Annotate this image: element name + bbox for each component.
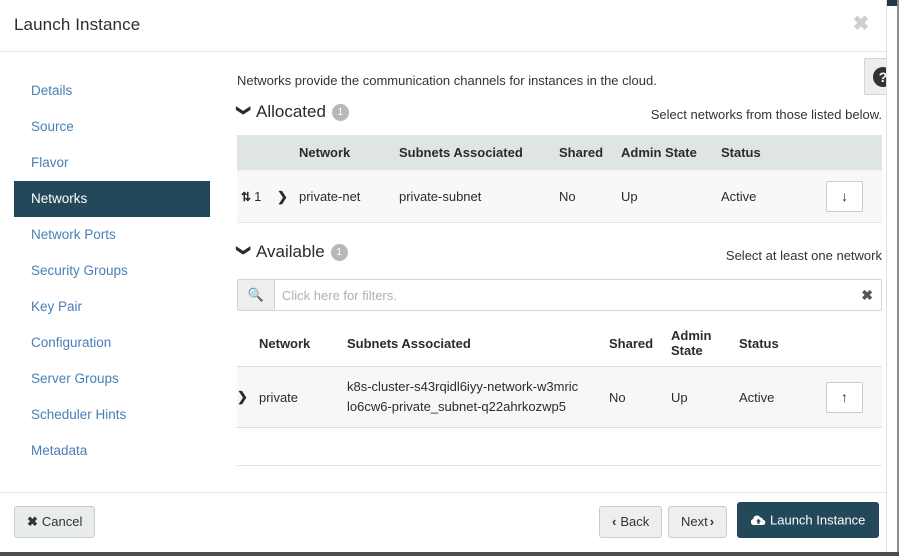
sidebar-item-networks[interactable]: Networks [14,181,210,217]
chevron-right-icon[interactable]: ❯ [277,189,288,205]
allocated-count-badge: 1 [331,104,349,122]
cloud-upload-icon [751,515,766,527]
close-x-icon: ✖ [27,514,38,529]
available-col-expand [237,320,259,367]
modal-footer: ✖ Cancel ‹ Back Next › Launch Instance [0,492,886,552]
drag-handle-icon[interactable]: ⇅ [241,190,251,204]
available-count-badge: 1 [330,244,348,262]
cancel-button-label: Cancel [41,514,83,529]
networks-panel: Networks provide the communication chann… [237,53,899,491]
available-col-admin: Admin State [671,320,739,367]
sidebar-item-scheduler-hints[interactable]: Scheduler Hints [0,397,224,433]
available-cell-shared: No [609,366,671,428]
allocated-cell-network: private-net [299,170,399,223]
filter-bar: 🔍 ✖ [237,279,882,311]
available-cell-status: Active [739,366,826,428]
available-hint: Select at least one network [725,248,882,263]
table-row: ❯ private k8s-cluster-s43rqidl6iyy-netwo… [237,366,882,428]
cancel-button[interactable]: ✖ Cancel [14,506,96,538]
available-cell-action: ↑ [826,366,882,428]
available-col-subnets: Subnets Associated [347,320,609,367]
allocated-hint: Select networks from those listed below. [650,107,882,122]
modal-header: Launch Instance ✖ [0,0,886,52]
allocated-order-value: 1 [254,189,262,204]
available-heading: Available [256,242,325,261]
allocated-col-network: Network [299,135,399,171]
available-cell-network: private [259,366,347,428]
search-icon[interactable]: 🔍 [238,280,275,310]
available-cell-expand: ❯ [237,366,259,428]
allocated-col-status: Status [721,135,826,171]
available-col-status: Status [739,320,826,367]
page-title: Launch Instance [14,15,141,34]
table-row: ⇅ 1 ❯ private-net private-subnet No Up Ac… [237,170,882,223]
next-button-label: Next [681,514,708,529]
sidebar-item-key-pair[interactable]: Key Pair [0,289,224,325]
allocated-cell-shared: No [559,170,621,223]
allocated-cell-order: ⇅ 1 [237,170,277,223]
promote-network-button[interactable]: ↑ [826,381,863,413]
sidebar-item-configuration[interactable]: Configuration [0,325,224,361]
sidebar-item-source[interactable]: Source [0,109,224,145]
allocated-col-order [237,135,277,171]
chevron-right-icon[interactable]: ❯ [237,389,248,405]
allocated-cell-action: ↓ [826,170,882,223]
allocated-col-subnets: Subnets Associated [399,135,559,171]
allocated-col-admin: Admin State [621,135,721,171]
launch-instance-button[interactable]: Launch Instance [737,502,880,538]
available-table-header-row: Network Subnets Associated Shared Admin … [237,320,882,367]
allocated-table-header-row: Network Subnets Associated Shared Admin … [237,135,882,171]
available-cell-admin: Up [671,366,739,428]
filter-input[interactable] [276,280,846,310]
chevron-left-icon: ‹ [612,514,617,529]
sidebar-item-metadata[interactable]: Metadata [0,433,224,469]
chevron-down-icon: ❯ [236,104,253,117]
clear-filter-icon[interactable]: ✖ [861,280,873,310]
allocated-col-shared: Shared [559,135,621,171]
available-col-shared: Shared [609,320,671,367]
available-cell-subnets: k8s-cluster-s43rqidl6iyy-network-w3mricl… [347,366,609,428]
allocated-col-action [826,135,882,171]
available-table-footer-rule [237,465,882,466]
back-button[interactable]: ‹ Back [599,506,663,538]
allocated-heading: Allocated [256,102,326,121]
available-networks-table: Network Subnets Associated Shared Admin … [237,320,882,428]
allocated-networks-table: Network Subnets Associated Shared Admin … [237,135,882,223]
wizard-sidebar: Details Source Flavor Networks Network P… [0,53,224,491]
launch-instance-button-label: Launch Instance [770,512,866,528]
chevron-right-icon: › [709,514,715,529]
available-col-network: Network [259,320,347,367]
launch-instance-modal: Launch Instance ✖ Details Source Flavor … [0,0,899,556]
allocated-col-expand [277,135,299,171]
demote-network-button[interactable]: ↓ [826,181,863,212]
allocated-cell-status: Active [721,170,826,223]
sidebar-item-server-groups[interactable]: Server Groups [0,361,224,397]
chevron-down-icon: ❯ [236,244,253,257]
available-section-header[interactable]: ❯ Available 1 [237,242,348,262]
modal-body: Details Source Flavor Networks Network P… [0,53,899,491]
sidebar-item-network-ports[interactable]: Network Ports [0,217,224,253]
allocated-cell-subnets: private-subnet [399,170,559,223]
panel-description: Networks provide the communication chann… [237,73,657,88]
close-icon[interactable]: ✖ [850,13,872,35]
sidebar-item-flavor[interactable]: Flavor [0,145,224,181]
allocated-section-header[interactable]: ❯ Allocated 1 [237,102,349,122]
allocated-cell-admin: Up [621,170,721,223]
sidebar-item-security-groups[interactable]: Security Groups [0,253,224,289]
available-col-action [826,320,882,367]
allocated-cell-expand: ❯ [277,170,299,223]
back-button-label: Back [620,514,650,529]
sidebar-item-details[interactable]: Details [0,73,224,109]
window-bottom-bar [0,552,899,556]
next-button[interactable]: Next › [668,506,728,538]
